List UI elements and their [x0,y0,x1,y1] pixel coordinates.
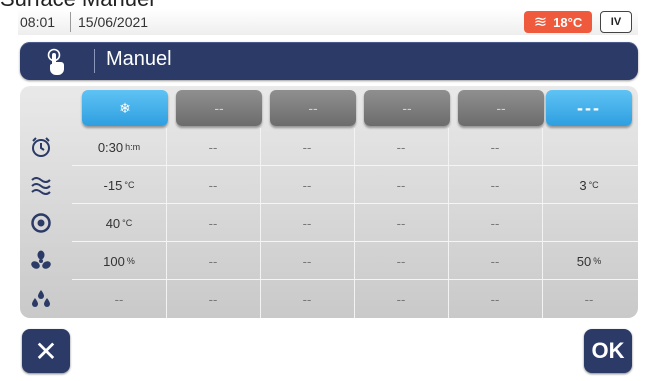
cell-temp-step-6[interactable]: 3 °C [542,166,636,204]
cell-fan-step-5[interactable]: -- [448,242,542,280]
cell-humidity-step-5[interactable]: -- [448,280,542,318]
cell-probe-step-3[interactable]: -- [260,204,354,242]
table-row: -15 °C -- -- -- -- 3 °C [20,166,638,204]
step-button-1[interactable]: ❄ [82,90,168,126]
wave-icon: ≋ [533,14,548,31]
cell-probe-step-5[interactable]: -- [448,204,542,242]
cell-probe-step-6[interactable] [542,204,636,242]
table-row: 0:30 h:m -- -- -- -- [20,128,638,166]
cell-temp-step-2[interactable]: -- [166,166,260,204]
status-bar: 08:01 15/06/2021 ≋ 18°C IV [18,9,638,35]
table-row: 40 °C -- -- -- -- [20,204,638,242]
cell-time-step-2[interactable]: -- [166,128,260,166]
table-row: 100% -- -- -- -- 50% [20,242,638,280]
cell-probe-step-2[interactable]: -- [166,204,260,242]
step-button-6[interactable]: --- [546,90,632,126]
cell-humidity-step-1[interactable]: -- [72,280,166,318]
mode-badge[interactable]: IV [600,11,632,33]
cell-probe-step-1[interactable]: 40 °C [72,204,166,242]
touch-hand-icon [47,48,64,75]
cancel-button[interactable]: ✕ [22,329,70,373]
mode-label: Manuel [106,48,172,70]
cell-humidity-step-3[interactable]: -- [260,280,354,318]
status-divider [70,12,71,32]
cell-humidity-step-6[interactable]: -- [542,280,636,318]
date: 15/06/2021 [78,14,149,30]
cell-time-step-1[interactable]: 0:30 h:m [72,128,166,166]
cell-time-step-3[interactable]: -- [260,128,354,166]
step-button-5[interactable]: -- [458,90,544,126]
ok-button[interactable]: OK [584,329,632,373]
humidity-drops-icon [32,290,50,307]
cell-temp-step-5[interactable]: -- [448,166,542,204]
mode-divider [94,49,95,73]
clock: 08:01 [20,14,56,30]
cell-time-step-4[interactable]: -- [354,128,448,166]
cell-probe-step-4[interactable]: -- [354,204,448,242]
cell-humidity-step-4[interactable]: -- [354,280,448,318]
close-icon: ✕ [34,335,58,367]
table-row: -- -- -- -- -- -- [20,280,638,318]
cell-fan-step-2[interactable]: -- [166,242,260,280]
cell-fan-step-4[interactable]: -- [354,242,448,280]
cell-fan-step-6[interactable]: 50% [542,242,636,280]
program-panel: ❄ -- -- -- -- --- 0:30 h:m -- -- -- -- -… [20,86,638,318]
air-temperature-icon [31,177,51,195]
cell-temp-step-4[interactable]: -- [354,166,448,204]
cell-temp-step-3[interactable]: -- [260,166,354,204]
alarm-clock-icon [32,137,50,157]
cell-fan-step-3[interactable]: -- [260,242,354,280]
mode-bar[interactable]: Manuel [20,42,638,80]
temperature-badge[interactable]: ≋ 18°C [524,11,592,33]
step-button-2[interactable]: -- [176,90,262,126]
fan-icon [31,250,51,269]
probe-target-icon [31,213,51,233]
parameter-grid: 0:30 h:m -- -- -- -- -15 °C -- -- -- -- 3 °… [20,128,638,318]
cell-humidity-step-2[interactable]: -- [166,280,260,318]
cell-time-step-6[interactable] [542,128,636,166]
temperature-value: 18°C [553,14,583,30]
step-button-3[interactable]: -- [270,90,356,126]
cell-fan-step-1[interactable]: 100% [72,242,166,280]
cell-temp-step-1[interactable]: -15 °C [72,166,166,204]
step-button-4[interactable]: -- [364,90,450,126]
cell-time-step-5[interactable]: -- [448,128,542,166]
